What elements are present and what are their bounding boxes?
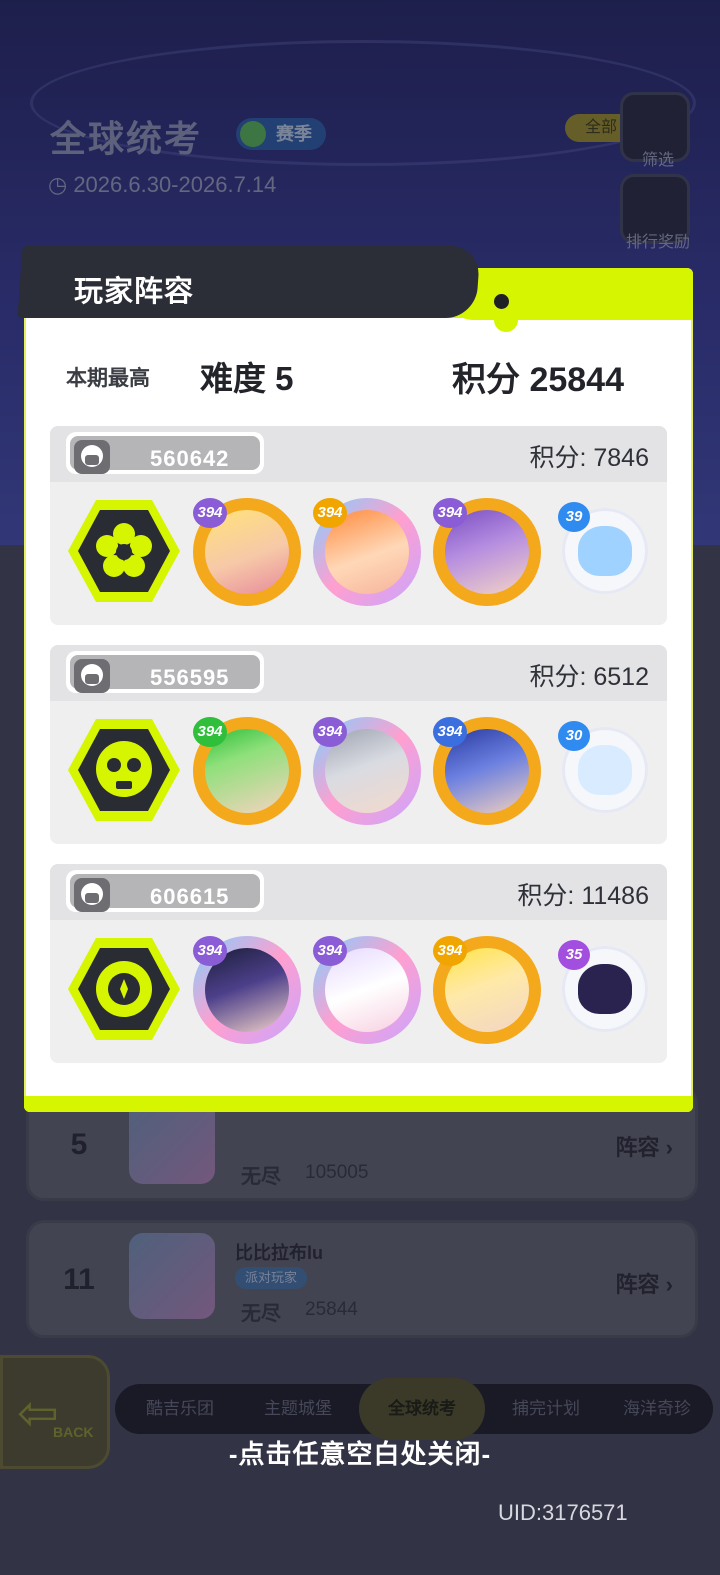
- team-header: 560642 积分: 7846: [50, 426, 667, 482]
- pet-level: 39: [558, 502, 590, 532]
- team-id-pill: 556595: [66, 651, 264, 693]
- best-label: 本期最高: [66, 367, 150, 390]
- hero-level: 394: [193, 498, 227, 528]
- hero-avatar[interactable]: 394: [193, 717, 301, 825]
- team-header: 606615 积分: 11486: [50, 864, 667, 920]
- slime-dot: [494, 294, 509, 309]
- best-score: 积分 25844: [452, 361, 624, 399]
- uid-label: UID:3176571: [498, 1500, 628, 1525]
- team-card: 556595 积分: 6512 394 394 394 30: [50, 645, 667, 844]
- hero-level: 394: [313, 498, 347, 528]
- fist-icon: [74, 440, 110, 474]
- team-score: 积分: 6512: [529, 663, 649, 691]
- hero-level: 394: [313, 936, 347, 966]
- modal-title: 玩家阵容: [74, 276, 195, 308]
- hero-level: 394: [433, 498, 467, 528]
- pet-avatar[interactable]: 35: [558, 940, 648, 1032]
- team-card: 560642 积分: 7846 394 394 394 39: [50, 426, 667, 625]
- slime-drip: [494, 306, 518, 332]
- hero-level: 394: [313, 717, 347, 747]
- team-id: 560642: [150, 446, 230, 471]
- team-id-pill: 606615: [66, 870, 264, 912]
- hero-level: 394: [193, 936, 227, 966]
- team-id: 556595: [150, 665, 230, 690]
- hero-avatar[interactable]: 394: [313, 936, 421, 1044]
- hero-avatar[interactable]: 394: [313, 717, 421, 825]
- hero-level: 394: [433, 717, 467, 747]
- modal-bottom-bar: [24, 1096, 693, 1112]
- hero-level: 394: [193, 717, 227, 747]
- hero-avatar[interactable]: 394: [193, 498, 301, 606]
- close-hint: -点击任意空白处关闭-: [228, 1439, 492, 1469]
- team-card: 606615 积分: 11486 394 394 394 35: [50, 864, 667, 1063]
- team-header: 556595 积分: 6512: [50, 645, 667, 701]
- pet-avatar[interactable]: 39: [558, 502, 648, 594]
- team-score: 积分: 7846: [529, 444, 649, 472]
- hero-avatar[interactable]: 394: [193, 936, 301, 1044]
- fist-icon: [74, 659, 110, 693]
- team-score: 积分: 11486: [517, 882, 649, 910]
- fist-icon: [74, 878, 110, 912]
- pet-level: 35: [558, 940, 590, 970]
- team-id: 606615: [150, 884, 230, 909]
- hero-avatar[interactable]: 394: [433, 717, 541, 825]
- best-difficulty: 难度 5: [200, 360, 294, 397]
- hero-level: 394: [433, 936, 467, 966]
- gear-emblem-icon: [68, 938, 180, 1040]
- hero-avatar[interactable]: 394: [433, 498, 541, 606]
- hero-avatar[interactable]: 394: [313, 498, 421, 606]
- skull-emblem-icon: [68, 719, 180, 821]
- hero-avatar[interactable]: 394: [433, 936, 541, 1044]
- team-id-pill: 560642: [66, 432, 264, 474]
- pet-level: 30: [558, 721, 590, 751]
- flower-emblem-icon: [68, 500, 180, 602]
- pet-avatar[interactable]: 30: [558, 721, 648, 813]
